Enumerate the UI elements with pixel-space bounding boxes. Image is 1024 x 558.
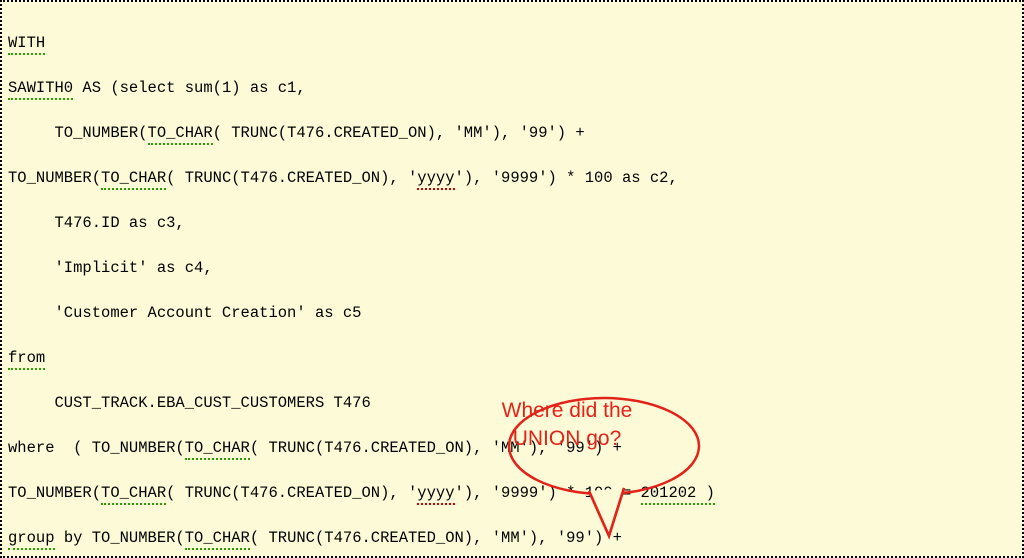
- code-text: TO_CHAR: [148, 124, 213, 145]
- code-text: where ( TO_NUMBER(: [8, 439, 185, 457]
- code-text: 'Implicit' as c4,: [8, 259, 213, 277]
- code-text: ( TRUNC(T476.CREATED_ON), ': [166, 169, 417, 187]
- code-text: CUST_TRACK.EBA_CUST_CUSTOMERS T476: [8, 394, 371, 412]
- code-text: TO_CHAR: [185, 529, 250, 550]
- code-text: group: [8, 529, 55, 550]
- code-text: TO_CHAR: [101, 484, 166, 505]
- code-text: AS (select sum(1) as c1,: [73, 79, 306, 97]
- code-text: ( TRUNC(T476.CREATED_ON), 'MM'), '99') +: [213, 124, 585, 142]
- code-block: WITH SAWITH0 AS (select sum(1) as c1, TO…: [0, 0, 1024, 558]
- code-text: SAWITH0: [8, 79, 73, 100]
- code-text: yyyy: [417, 484, 454, 505]
- code-text: '), '9999') * 100 as c2,: [455, 169, 678, 187]
- code-text: TO_NUMBER(: [8, 484, 101, 502]
- code-text: ( TRUNC(T476.CREATED_ON), 'MM'), '99') +: [250, 529, 622, 547]
- code-text: 'Customer Account Creation' as c5: [8, 304, 361, 322]
- code-text: T476.ID as c3,: [8, 214, 185, 232]
- code-text: TO_NUMBER(: [8, 124, 148, 142]
- code-text: yyyy: [417, 169, 454, 190]
- speech-bubble-icon: [494, 396, 714, 536]
- code-text: WITH: [8, 34, 45, 55]
- code-text: TO_NUMBER(: [8, 169, 101, 187]
- code-text: TO_CHAR: [101, 169, 166, 190]
- code-text: '), '9999') * 100 =: [455, 484, 641, 502]
- code-text: by TO_NUMBER(: [55, 529, 185, 547]
- code-text: ( TRUNC(T476.CREATED_ON), ': [166, 484, 417, 502]
- code-text: TO_CHAR: [185, 439, 250, 460]
- code-text: from: [8, 349, 45, 370]
- code-text: 201202 ): [641, 484, 715, 505]
- code-text: ( TRUNC(T476.CREATED_ON), 'MM'), '99') +: [250, 439, 622, 457]
